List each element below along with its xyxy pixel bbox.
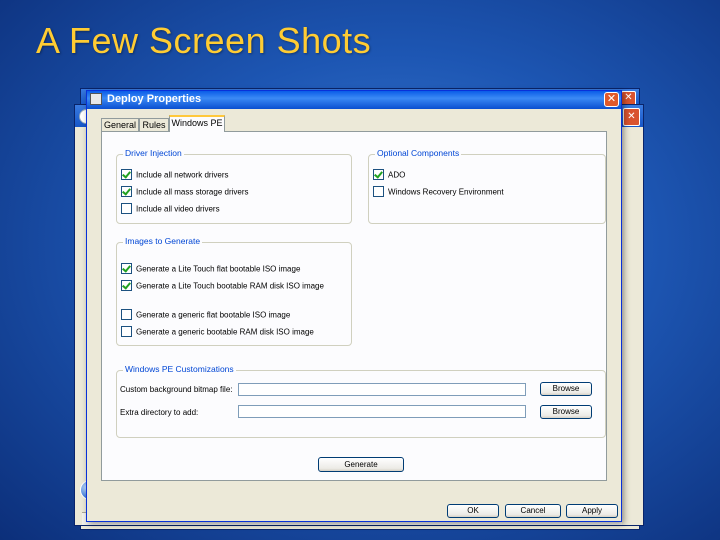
apply-button[interactable]: Apply [566,504,618,518]
tab-general[interactable]: General [101,118,139,132]
checkbox-label: Include all mass storage drivers [136,187,249,197]
windows-pe-panel: Driver Injection Include all network dri… [101,131,607,481]
images-to-generate-group: Images to Generate Generate a Lite Touch… [116,236,352,346]
custom-background-input[interactable] [238,383,526,396]
optional-components-group: Optional Components ADO Windows Recovery… [368,148,606,224]
lite-touch-flat-iso-checkbox[interactable]: Generate a Lite Touch flat bootable ISO … [121,260,301,275]
windows-recovery-environment-checkbox[interactable]: Windows Recovery Environment [373,183,504,198]
cancel-button[interactable]: Cancel [505,504,561,518]
images-to-generate-legend: Images to Generate [123,236,203,246]
tab-windows-pe[interactable]: Windows PE [169,115,225,132]
checkbox-unchecked[interactable] [121,309,132,321]
checkbox-unchecked[interactable] [121,326,132,338]
driver-injection-legend: Driver Injection [123,148,184,158]
customizations-legend: Windows PE Customizations [123,364,236,374]
deploy-properties-dialog: Deploy Properties ✕ General Rules Window… [86,90,622,522]
checkbox-checked[interactable] [373,169,384,181]
checkbox-label: Generate a Lite Touch bootable RAM disk … [136,281,324,291]
dialog-titlebar[interactable]: Deploy Properties ✕ [87,91,621,109]
checkbox-label: Generate a generic bootable RAM disk ISO… [136,327,314,337]
browse-directory-button[interactable]: Browse [540,405,592,419]
browse-background-button[interactable]: Browse [540,382,592,396]
checkbox-label: Generate a generic flat bootable ISO ima… [136,310,291,320]
driver-injection-group: Driver Injection Include all network dri… [116,148,352,224]
slide-title: A Few Screen Shots [36,20,372,61]
optional-components-legend: Optional Components [375,148,462,158]
dialog-title: Deploy Properties [107,93,202,105]
checkbox-unchecked[interactable] [373,186,384,198]
custom-background-label: Custom background bitmap file: [120,385,233,394]
checkbox-checked[interactable] [121,263,132,275]
properties-icon [90,93,102,105]
extra-directory-input[interactable] [238,405,526,418]
checkbox-checked[interactable] [121,186,132,198]
ok-button[interactable]: OK [447,504,499,518]
tab-rules[interactable]: Rules [139,118,169,132]
checkbox-label: Include all network drivers [136,170,229,180]
checkbox-checked[interactable] [121,280,132,292]
ado-checkbox[interactable]: ADO [373,166,406,181]
include-video-drivers-checkbox[interactable]: Include all video drivers [121,200,220,215]
checkbox-checked[interactable] [121,169,132,181]
generic-ram-disk-iso-checkbox[interactable]: Generate a generic bootable RAM disk ISO… [121,323,314,338]
checkbox-label: ADO [388,170,406,180]
include-network-drivers-checkbox[interactable]: Include all network drivers [121,166,229,181]
background-window-2-close-button[interactable]: ✕ [623,108,640,126]
checkbox-label: Generate a Lite Touch flat bootable ISO … [136,264,301,274]
include-mass-storage-drivers-checkbox[interactable]: Include all mass storage drivers [121,183,249,198]
checkbox-label: Windows Recovery Environment [388,187,504,197]
checkbox-label: Include all video drivers [136,204,220,214]
generate-button[interactable]: Generate [318,457,404,472]
close-button[interactable]: ✕ [604,92,619,107]
lite-touch-ram-disk-iso-checkbox[interactable]: Generate a Lite Touch bootable RAM disk … [121,277,324,292]
generic-flat-iso-checkbox[interactable]: Generate a generic flat bootable ISO ima… [121,306,291,321]
checkbox-unchecked[interactable] [121,203,132,215]
windows-pe-customizations-group: Windows PE Customizations Custom backgro… [116,364,606,438]
extra-directory-label: Extra directory to add: [120,408,199,417]
